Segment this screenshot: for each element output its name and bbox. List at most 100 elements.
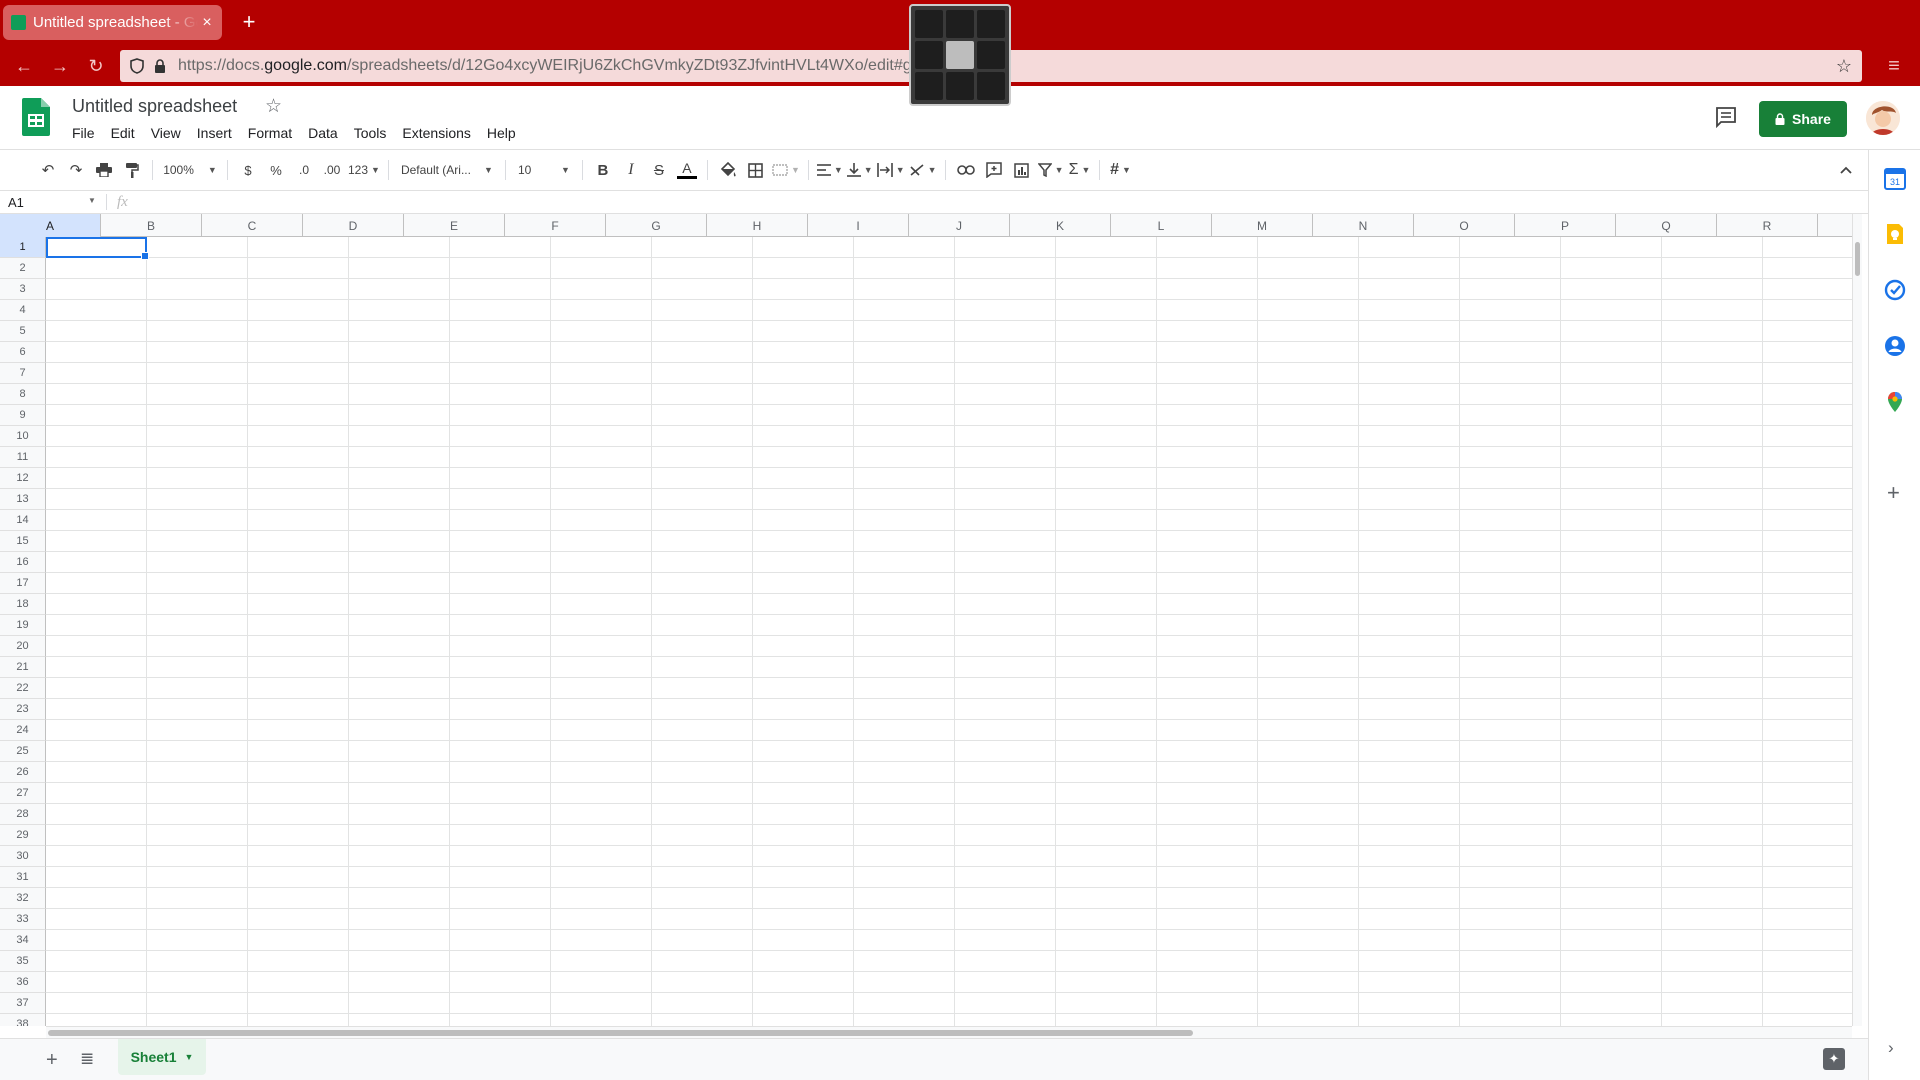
cell-c33[interactable] — [248, 909, 349, 930]
cell-a9[interactable] — [46, 405, 147, 426]
cell-f12[interactable] — [551, 468, 652, 489]
cell-k10[interactable] — [1056, 426, 1157, 447]
cell-q10[interactable] — [1662, 426, 1763, 447]
cell-m33[interactable] — [1258, 909, 1359, 930]
cell-e32[interactable] — [450, 888, 551, 909]
cell-q23[interactable] — [1662, 699, 1763, 720]
cell-c19[interactable] — [248, 615, 349, 636]
cell-f29[interactable] — [551, 825, 652, 846]
cell-h27[interactable] — [753, 783, 854, 804]
cell-d16[interactable] — [349, 552, 450, 573]
cell-k24[interactable] — [1056, 720, 1157, 741]
cell-e20[interactable] — [450, 636, 551, 657]
bookmark-star-icon[interactable]: ☆ — [1836, 56, 1852, 77]
cell-b27[interactable] — [147, 783, 248, 804]
cell-h33[interactable] — [753, 909, 854, 930]
cell-b23[interactable] — [147, 699, 248, 720]
cell-k8[interactable] — [1056, 384, 1157, 405]
cell-d37[interactable] — [349, 993, 450, 1014]
cell-r1[interactable] — [1763, 237, 1858, 258]
cell-b26[interactable] — [147, 762, 248, 783]
cell-j12[interactable] — [955, 468, 1056, 489]
cell-g25[interactable] — [652, 741, 753, 762]
cell-c12[interactable] — [248, 468, 349, 489]
cell-b33[interactable] — [147, 909, 248, 930]
cell-b38[interactable] — [147, 1014, 248, 1026]
cell-c27[interactable] — [248, 783, 349, 804]
cell-k36[interactable] — [1056, 972, 1157, 993]
cell-b16[interactable] — [147, 552, 248, 573]
cell-c31[interactable] — [248, 867, 349, 888]
row-header-15[interactable]: 15 — [0, 531, 46, 552]
cell-g27[interactable] — [652, 783, 753, 804]
cell-m27[interactable] — [1258, 783, 1359, 804]
cell-f21[interactable] — [551, 657, 652, 678]
cell-g35[interactable] — [652, 951, 753, 972]
cell-g4[interactable] — [652, 300, 753, 321]
cell-e33[interactable] — [450, 909, 551, 930]
cell-l29[interactable] — [1157, 825, 1258, 846]
cell-q38[interactable] — [1662, 1014, 1763, 1026]
cell-j27[interactable] — [955, 783, 1056, 804]
cell-a28[interactable] — [46, 804, 147, 825]
cell-n11[interactable] — [1359, 447, 1460, 468]
cell-i20[interactable] — [854, 636, 955, 657]
cell-j19[interactable] — [955, 615, 1056, 636]
cell-p20[interactable] — [1561, 636, 1662, 657]
cell-n23[interactable] — [1359, 699, 1460, 720]
cell-o26[interactable] — [1460, 762, 1561, 783]
cell-d18[interactable] — [349, 594, 450, 615]
cell-n10[interactable] — [1359, 426, 1460, 447]
cell-d32[interactable] — [349, 888, 450, 909]
cell-a8[interactable] — [46, 384, 147, 405]
new-tab-button[interactable]: + — [236, 9, 262, 35]
cell-n35[interactable] — [1359, 951, 1460, 972]
cell-r20[interactable] — [1763, 636, 1858, 657]
cell-e18[interactable] — [450, 594, 551, 615]
cell-j2[interactable] — [955, 258, 1056, 279]
cell-f18[interactable] — [551, 594, 652, 615]
cell-o38[interactable] — [1460, 1014, 1561, 1026]
add-sheet-button[interactable]: + — [46, 1049, 58, 1072]
cell-g18[interactable] — [652, 594, 753, 615]
bold-icon[interactable]: B — [591, 156, 615, 184]
cell-m6[interactable] — [1258, 342, 1359, 363]
cell-n9[interactable] — [1359, 405, 1460, 426]
cell-i26[interactable] — [854, 762, 955, 783]
cell-k11[interactable] — [1056, 447, 1157, 468]
cell-m11[interactable] — [1258, 447, 1359, 468]
cell-i2[interactable] — [854, 258, 955, 279]
cell-e10[interactable] — [450, 426, 551, 447]
vertical-scrollbar[interactable] — [1852, 214, 1862, 1026]
cell-l7[interactable] — [1157, 363, 1258, 384]
row-header-35[interactable]: 35 — [0, 951, 46, 972]
cell-c37[interactable] — [248, 993, 349, 1014]
cell-o6[interactable] — [1460, 342, 1561, 363]
cell-e4[interactable] — [450, 300, 551, 321]
cell-q24[interactable] — [1662, 720, 1763, 741]
row-header-9[interactable]: 9 — [0, 405, 46, 426]
cell-k21[interactable] — [1056, 657, 1157, 678]
cell-m13[interactable] — [1258, 489, 1359, 510]
expand-panel-icon[interactable]: › — [1888, 1038, 1894, 1058]
cell-l12[interactable] — [1157, 468, 1258, 489]
cell-q21[interactable] — [1662, 657, 1763, 678]
cell-o27[interactable] — [1460, 783, 1561, 804]
cell-f7[interactable] — [551, 363, 652, 384]
cell-c7[interactable] — [248, 363, 349, 384]
cell-p7[interactable] — [1561, 363, 1662, 384]
cell-m7[interactable] — [1258, 363, 1359, 384]
cell-r18[interactable] — [1763, 594, 1858, 615]
cell-q19[interactable] — [1662, 615, 1763, 636]
back-icon[interactable]: ← — [12, 54, 36, 78]
cell-d14[interactable] — [349, 510, 450, 531]
cell-g11[interactable] — [652, 447, 753, 468]
cell-f31[interactable] — [551, 867, 652, 888]
cell-m29[interactable] — [1258, 825, 1359, 846]
cell-l36[interactable] — [1157, 972, 1258, 993]
cell-f26[interactable] — [551, 762, 652, 783]
cell-k7[interactable] — [1056, 363, 1157, 384]
zoom-select[interactable]: 100% ▼ — [161, 156, 219, 184]
cell-o9[interactable] — [1460, 405, 1561, 426]
browser-tab[interactable]: Untitled spreadsheet - Go × — [3, 5, 222, 40]
